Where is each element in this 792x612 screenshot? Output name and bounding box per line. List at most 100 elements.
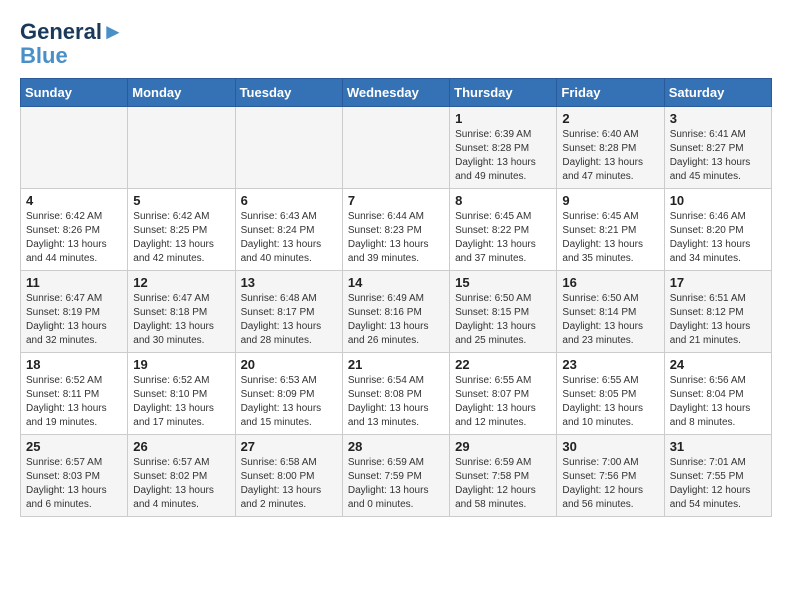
- day-number: 11: [26, 275, 122, 290]
- week-row-5: 25Sunrise: 6:57 AMSunset: 8:03 PMDayligh…: [21, 435, 772, 517]
- day-info: Sunrise: 6:53 AMSunset: 8:09 PMDaylight:…: [241, 374, 337, 430]
- day-number: 16: [562, 275, 658, 290]
- day-number: 10: [670, 193, 766, 208]
- week-row-2: 4Sunrise: 6:42 AMSunset: 8:26 PMDaylight…: [21, 189, 772, 271]
- calendar-cell: 14 Sunrise: 6:49 AMSunset: 8:16 PMDayligh…: [342, 271, 449, 353]
- day-number: 8: [455, 193, 551, 208]
- calendar-cell: 21 Sunrise: 6:54 AMSunset: 8:08 PMDayligh…: [342, 353, 449, 435]
- calendar-cell: 8 Sunrise: 6:45 AMSunset: 8:22 PMDaylight…: [450, 189, 557, 271]
- calendar-cell: 19Sunrise: 6:52 AMSunset: 8:10 PMDayligh…: [128, 353, 235, 435]
- day-number: 2: [562, 111, 658, 126]
- day-number: 23: [562, 357, 658, 372]
- day-info: Sunrise: 6:45 AMSunset: 8:22 PMDaylight:…: [455, 210, 551, 266]
- weekday-header-sunday: Sunday: [21, 79, 128, 107]
- day-number: 21: [348, 357, 444, 372]
- day-info: Sunrise: 7:01 AMSunset: 7:55 PMDaylight:…: [670, 456, 766, 512]
- calendar-cell: [128, 107, 235, 189]
- calendar-cell: 29 Sunrise: 6:59 AMSunset: 7:58 PMDayligh…: [450, 435, 557, 517]
- calendar-cell: 23Sunrise: 6:55 AMSunset: 8:05 PMDayligh…: [557, 353, 664, 435]
- day-number: 18: [26, 357, 122, 372]
- day-info: Sunrise: 6:43 AMSunset: 8:24 PMDaylight:…: [241, 210, 337, 266]
- calendar-cell: 20 Sunrise: 6:53 AMSunset: 8:09 PMDayligh…: [235, 353, 342, 435]
- logo-text: General►: [20, 20, 124, 44]
- calendar-cell: 18 Sunrise: 6:52 AMSunset: 8:11 PMDayligh…: [21, 353, 128, 435]
- calendar-cell: 26 Sunrise: 6:57 AMSunset: 8:02 PMDayligh…: [128, 435, 235, 517]
- calendar-cell: 2 Sunrise: 6:40 AMSunset: 8:28 PMDaylight…: [557, 107, 664, 189]
- calendar-cell: 9Sunrise: 6:45 AMSunset: 8:21 PMDaylight…: [557, 189, 664, 271]
- day-info: Sunrise: 6:59 AMSunset: 7:58 PMDaylight:…: [455, 456, 551, 512]
- calendar-cell: 4Sunrise: 6:42 AMSunset: 8:26 PMDaylight…: [21, 189, 128, 271]
- calendar-cell: 28 Sunrise: 6:59 AMSunset: 7:59 PMDayligh…: [342, 435, 449, 517]
- day-info: Sunrise: 6:48 AMSunset: 8:17 PMDaylight:…: [241, 292, 337, 348]
- calendar-cell: 16 Sunrise: 6:50 AMSunset: 8:14 PMDayligh…: [557, 271, 664, 353]
- calendar-cell: 5 Sunrise: 6:42 AMSunset: 8:25 PMDaylight…: [128, 189, 235, 271]
- weekday-header-tuesday: Tuesday: [235, 79, 342, 107]
- calendar-cell: [235, 107, 342, 189]
- calendar-cell: 6Sunrise: 6:43 AMSunset: 8:24 PMDaylight…: [235, 189, 342, 271]
- day-info: Sunrise: 6:44 AMSunset: 8:23 PMDaylight:…: [348, 210, 444, 266]
- day-number: 28: [348, 439, 444, 454]
- calendar: SundayMondayTuesdayWednesdayThursdayFrid…: [20, 78, 772, 517]
- day-info: Sunrise: 6:40 AMSunset: 8:28 PMDaylight:…: [562, 128, 658, 184]
- day-info: Sunrise: 6:52 AMSunset: 8:11 PMDaylight:…: [26, 374, 122, 430]
- day-info: Sunrise: 6:50 AMSunset: 8:14 PMDaylight:…: [562, 292, 658, 348]
- calendar-cell: [21, 107, 128, 189]
- calendar-cell: 15 Sunrise: 6:50 AMSunset: 8:15 PMDayligh…: [450, 271, 557, 353]
- calendar-cell: 1 Sunrise: 6:39 AMSunset: 8:28 PMDaylight…: [450, 107, 557, 189]
- day-number: 7: [348, 193, 444, 208]
- calendar-cell: 13 Sunrise: 6:48 AMSunset: 8:17 PMDayligh…: [235, 271, 342, 353]
- day-number: 26: [133, 439, 229, 454]
- calendar-cell: 11 Sunrise: 6:47 AMSunset: 8:19 PMDayligh…: [21, 271, 128, 353]
- day-info: Sunrise: 7:00 AMSunset: 7:56 PMDaylight:…: [562, 456, 658, 512]
- calendar-cell: 24Sunrise: 6:56 AMSunset: 8:04 PMDayligh…: [664, 353, 771, 435]
- calendar-cell: 27Sunrise: 6:58 AMSunset: 8:00 PMDayligh…: [235, 435, 342, 517]
- day-number: 20: [241, 357, 337, 372]
- day-number: 24: [670, 357, 766, 372]
- calendar-cell: 12 Sunrise: 6:47 AMSunset: 8:18 PMDayligh…: [128, 271, 235, 353]
- page-header: General► Blue: [20, 20, 772, 68]
- weekday-header-friday: Friday: [557, 79, 664, 107]
- calendar-cell: 30 Sunrise: 7:00 AMSunset: 7:56 PMDayligh…: [557, 435, 664, 517]
- calendar-cell: 7 Sunrise: 6:44 AMSunset: 8:23 PMDaylight…: [342, 189, 449, 271]
- calendar-cell: 22 Sunrise: 6:55 AMSunset: 8:07 PMDayligh…: [450, 353, 557, 435]
- logo-text-blue: Blue: [20, 44, 124, 68]
- logo: General► Blue: [20, 20, 124, 68]
- day-number: 29: [455, 439, 551, 454]
- day-info: Sunrise: 6:58 AMSunset: 8:00 PMDaylight:…: [241, 456, 337, 512]
- day-number: 14: [348, 275, 444, 290]
- calendar-cell: 17Sunrise: 6:51 AMSunset: 8:12 PMDayligh…: [664, 271, 771, 353]
- day-info: Sunrise: 6:55 AMSunset: 8:07 PMDaylight:…: [455, 374, 551, 430]
- day-info: Sunrise: 6:49 AMSunset: 8:16 PMDaylight:…: [348, 292, 444, 348]
- day-info: Sunrise: 6:42 AMSunset: 8:25 PMDaylight:…: [133, 210, 229, 266]
- day-info: Sunrise: 6:41 AMSunset: 8:27 PMDaylight:…: [670, 128, 766, 184]
- day-info: Sunrise: 6:42 AMSunset: 8:26 PMDaylight:…: [26, 210, 122, 266]
- day-info: Sunrise: 6:47 AMSunset: 8:18 PMDaylight:…: [133, 292, 229, 348]
- calendar-cell: [342, 107, 449, 189]
- day-info: Sunrise: 6:59 AMSunset: 7:59 PMDaylight:…: [348, 456, 444, 512]
- calendar-cell: 10 Sunrise: 6:46 AMSunset: 8:20 PMDayligh…: [664, 189, 771, 271]
- day-info: Sunrise: 6:54 AMSunset: 8:08 PMDaylight:…: [348, 374, 444, 430]
- day-number: 12: [133, 275, 229, 290]
- day-number: 5: [133, 193, 229, 208]
- day-info: Sunrise: 6:39 AMSunset: 8:28 PMDaylight:…: [455, 128, 551, 184]
- day-info: Sunrise: 6:52 AMSunset: 8:10 PMDaylight:…: [133, 374, 229, 430]
- week-row-3: 11 Sunrise: 6:47 AMSunset: 8:19 PMDayligh…: [21, 271, 772, 353]
- weekday-header-row: SundayMondayTuesdayWednesdayThursdayFrid…: [21, 79, 772, 107]
- day-info: Sunrise: 6:50 AMSunset: 8:15 PMDaylight:…: [455, 292, 551, 348]
- weekday-header-thursday: Thursday: [450, 79, 557, 107]
- day-number: 22: [455, 357, 551, 372]
- day-number: 13: [241, 275, 337, 290]
- weekday-header-wednesday: Wednesday: [342, 79, 449, 107]
- weekday-header-monday: Monday: [128, 79, 235, 107]
- day-info: Sunrise: 6:47 AMSunset: 8:19 PMDaylight:…: [26, 292, 122, 348]
- day-info: Sunrise: 6:57 AMSunset: 8:02 PMDaylight:…: [133, 456, 229, 512]
- calendar-cell: 31Sunrise: 7:01 AMSunset: 7:55 PMDayligh…: [664, 435, 771, 517]
- day-number: 30: [562, 439, 658, 454]
- day-info: Sunrise: 6:51 AMSunset: 8:12 PMDaylight:…: [670, 292, 766, 348]
- day-info: Sunrise: 6:46 AMSunset: 8:20 PMDaylight:…: [670, 210, 766, 266]
- week-row-4: 18 Sunrise: 6:52 AMSunset: 8:11 PMDayligh…: [21, 353, 772, 435]
- day-number: 15: [455, 275, 551, 290]
- day-number: 1: [455, 111, 551, 126]
- day-number: 9: [562, 193, 658, 208]
- calendar-cell: 3Sunrise: 6:41 AMSunset: 8:27 PMDaylight…: [664, 107, 771, 189]
